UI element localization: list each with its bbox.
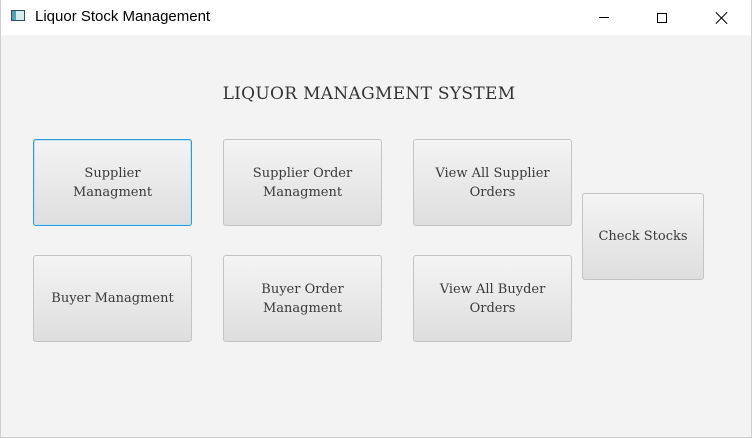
minimize-button[interactable] — [581, 0, 627, 35]
window-title: Liquor Stock Management — [35, 8, 211, 25]
supplier-managment-button[interactable]: Supplier Managment — [33, 139, 192, 226]
page-title: LIQUOR MANAGMENT SYSTEM — [222, 84, 516, 104]
app-window: Liquor Stock Management LIQUOR MANAGMENT… — [0, 0, 752, 438]
close-button[interactable] — [699, 0, 745, 35]
close-icon — [716, 12, 728, 24]
view-all-supplier-orders-button[interactable]: View All Supplier Orders — [413, 139, 572, 226]
minimize-icon — [599, 17, 609, 18]
buyer-managment-button[interactable]: Buyer Managment — [33, 255, 192, 342]
supplier-order-managment-button[interactable]: Supplier Order Managment — [223, 139, 382, 226]
maximize-icon — [657, 12, 667, 23]
buyer-order-managment-button[interactable]: Buyer Order Managment — [223, 255, 382, 342]
title-bar[interactable]: Liquor Stock Management — [1, 0, 751, 35]
view-all-buyder-orders-button[interactable]: View All Buyder Orders — [413, 255, 572, 342]
app-icon — [11, 10, 25, 21]
check-stocks-button[interactable]: Check Stocks — [582, 193, 704, 280]
maximize-button[interactable] — [639, 0, 685, 35]
